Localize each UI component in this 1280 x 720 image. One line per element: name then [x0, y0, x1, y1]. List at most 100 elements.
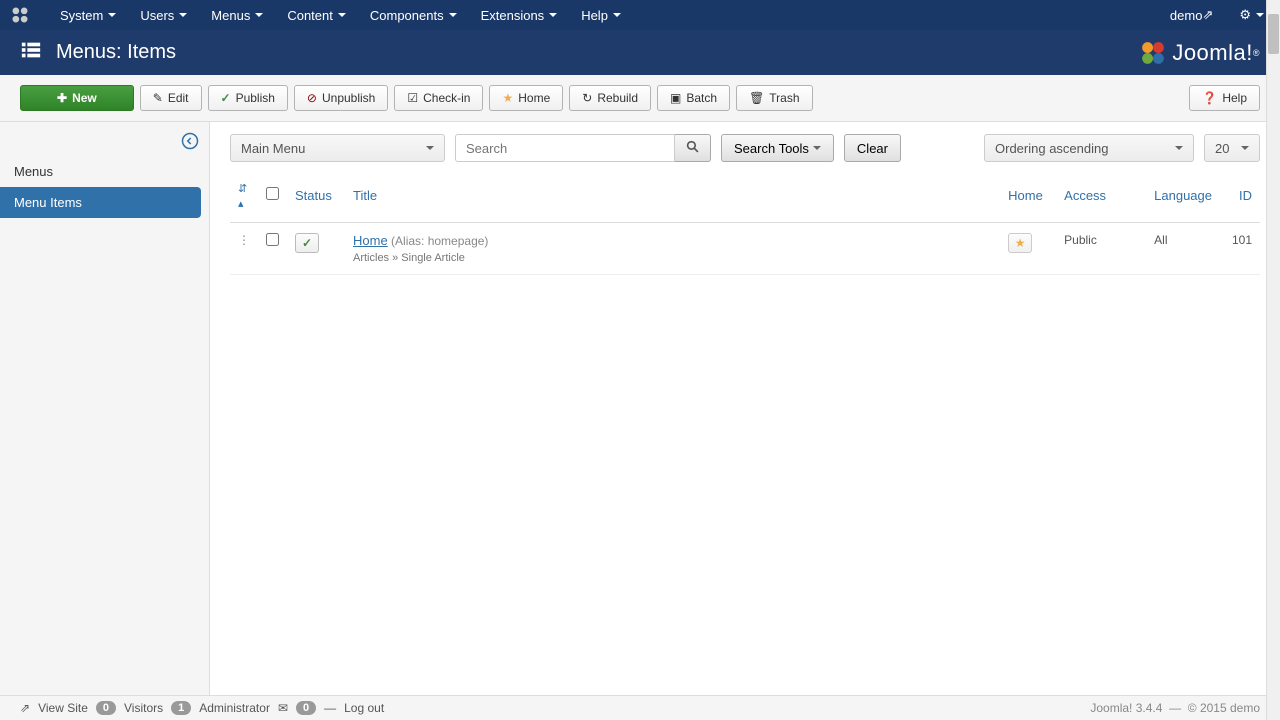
check-icon: ✓: [221, 91, 231, 105]
nav-settings[interactable]: ⚙: [1233, 0, 1270, 30]
sidebar-collapse-icon[interactable]: [181, 132, 199, 153]
item-title-link[interactable]: Home: [353, 233, 388, 248]
caret-icon: [813, 146, 821, 150]
col-status[interactable]: Status: [287, 172, 345, 223]
btn-label: New: [72, 91, 97, 105]
rebuild-button[interactable]: ↻Rebuild: [569, 85, 651, 111]
trash-icon: 🗑: [749, 91, 764, 105]
select-value: 20: [1215, 141, 1229, 156]
check-all[interactable]: [266, 187, 279, 200]
scrollbar-vertical[interactable]: [1266, 0, 1280, 720]
btn-label: Rebuild: [597, 91, 638, 105]
select-value: Main Menu: [241, 141, 305, 156]
clear-button[interactable]: Clear: [844, 134, 901, 162]
admins-label: Administrator: [199, 701, 270, 715]
page-title: Menus: Items: [56, 41, 176, 64]
mail-icon: ✉: [278, 701, 288, 715]
toolbar: ✚ New ✎Edit ✓Publish ⊘Unpublish ☑ Check-in…: [0, 75, 1280, 122]
order-select[interactable]: Ordering ascending: [984, 134, 1194, 162]
status-toggle[interactable]: ✓: [295, 233, 319, 253]
user-label: demo: [1170, 8, 1203, 23]
drag-handle-icon[interactable]: ⋮: [238, 233, 250, 247]
checkbox-icon: ☑: [407, 91, 418, 105]
search-button[interactable]: [675, 134, 711, 162]
publish-button[interactable]: ✓Publish: [208, 85, 288, 111]
btn-label: Check-in: [423, 91, 470, 105]
sidebar-item-menu-items[interactable]: Menu Items: [0, 187, 201, 218]
col-home[interactable]: Home: [1000, 172, 1056, 223]
menu-select[interactable]: Main Menu: [230, 134, 445, 162]
navbar-left: System Users Menus Content Components Ex…: [10, 0, 1164, 30]
col-language[interactable]: Language: [1146, 172, 1220, 223]
content: Main Menu Search Tools Clear Ordering as…: [210, 122, 1280, 712]
nav-label: Content: [287, 8, 333, 23]
nav-users[interactable]: Users: [128, 0, 199, 30]
page-header: Menus: Items Joomla!®: [0, 30, 1280, 75]
nav-extensions[interactable]: Extensions: [469, 0, 570, 30]
logout-link[interactable]: Log out: [344, 701, 384, 715]
unpublish-button[interactable]: ⊘Unpublish: [294, 85, 388, 111]
item-access: Public: [1056, 223, 1146, 275]
col-check: [258, 172, 287, 223]
view-site-link[interactable]: View Site: [38, 701, 88, 715]
limit-select[interactable]: 20: [1204, 134, 1260, 162]
select-value: Ordering ascending: [995, 141, 1108, 156]
plus-icon: ✚: [57, 91, 67, 105]
nav-help[interactable]: Help: [569, 0, 633, 30]
footer-left: ⇗ View Site 0 Visitors 1 Administrator ✉…: [20, 701, 384, 715]
checkin-button[interactable]: ☑ Check-in: [394, 85, 483, 111]
nav-user[interactable]: demo ⇗: [1164, 0, 1219, 30]
sidebar: Menus Menu Items: [0, 122, 210, 712]
search-icon: [686, 140, 699, 156]
toolbar-right: ❓Help: [1189, 85, 1260, 111]
help-button[interactable]: ❓Help: [1189, 85, 1260, 111]
nav-components[interactable]: Components: [358, 0, 469, 30]
search-tools-button[interactable]: Search Tools: [721, 134, 834, 162]
col-title[interactable]: Title: [345, 172, 1000, 223]
list-icon: [20, 39, 42, 67]
messages-badge: 0: [296, 701, 316, 715]
batch-button[interactable]: ▣Batch: [657, 85, 730, 111]
caret-icon: [255, 13, 263, 17]
items-table: ⇵▴ Status Title Home Access Language ID …: [230, 172, 1260, 275]
home-button[interactable]: ★ Home: [489, 85, 563, 111]
check-icon: ✓: [302, 236, 312, 250]
nav-label: Components: [370, 8, 444, 23]
joomla-icon[interactable]: [10, 5, 30, 25]
caret-icon: [613, 13, 621, 17]
nav-system[interactable]: System: [48, 0, 128, 30]
nav-content[interactable]: Content: [275, 0, 358, 30]
sidebar-label: Menu Items: [14, 195, 82, 210]
caret-icon: [1241, 146, 1249, 150]
home-toggle[interactable]: ★: [1008, 233, 1032, 253]
sidebar-item-menus[interactable]: Menus: [0, 156, 209, 187]
dash-icon: —: [324, 701, 336, 715]
sort-icon: ⇵▴: [238, 183, 247, 210]
question-icon: ❓: [1202, 91, 1217, 105]
search-input[interactable]: [455, 134, 675, 162]
gear-icon: ⚙: [1239, 7, 1251, 23]
edit-button[interactable]: ✎Edit: [140, 85, 202, 111]
star-icon: ★: [502, 91, 513, 105]
trash-button[interactable]: 🗑 Trash: [736, 85, 812, 111]
new-button[interactable]: ✚ New: [20, 85, 134, 111]
search-group: [455, 134, 711, 162]
col-order[interactable]: ⇵▴: [230, 172, 258, 223]
navbar-right: demo ⇗ ⚙: [1164, 0, 1270, 30]
btn-label: Home: [518, 91, 550, 105]
nav-menus[interactable]: Menus: [199, 0, 275, 30]
nav-label: Users: [140, 8, 174, 23]
scrollbar-thumb[interactable]: [1268, 14, 1279, 54]
caret-icon: [1175, 146, 1183, 150]
external-icon: ⇗: [1202, 7, 1213, 23]
sidebar-label: Menus: [14, 164, 53, 179]
admins-badge: 1: [171, 701, 191, 715]
caret-icon: [338, 13, 346, 17]
joomla-brand: Joomla!®: [1140, 40, 1260, 66]
col-access[interactable]: Access: [1056, 172, 1146, 223]
btn-label: Trash: [769, 91, 799, 105]
nav-label: Extensions: [481, 8, 545, 23]
col-id[interactable]: ID: [1220, 172, 1260, 223]
btn-label: Clear: [857, 141, 888, 156]
row-check[interactable]: [266, 233, 279, 246]
